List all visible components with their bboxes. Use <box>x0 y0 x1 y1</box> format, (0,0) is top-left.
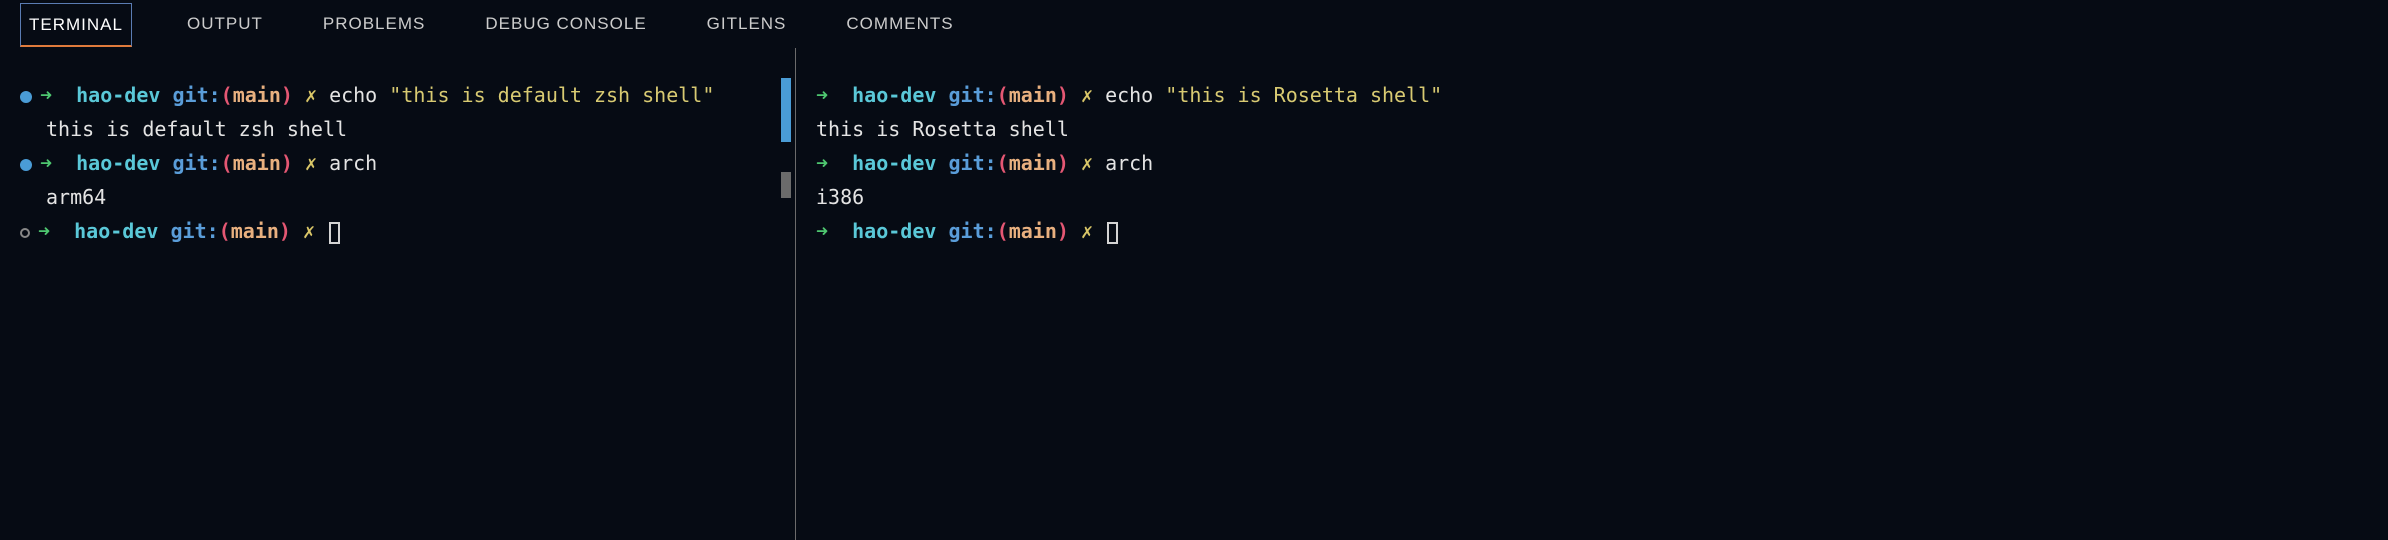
terminal-output: this is Rosetta shell <box>806 112 2378 146</box>
status-dot-hollow-icon <box>20 228 30 238</box>
prompt-git-label: git: <box>948 83 996 107</box>
prompt-dirty-icon: ✗ <box>305 83 317 107</box>
prompt-paren-close: ) <box>281 83 293 107</box>
prompt-git-label: git: <box>172 83 220 107</box>
prompt-paren-close: ) <box>1057 83 1069 107</box>
prompt-branch: main <box>233 151 281 175</box>
terminal-pane-left[interactable]: ➜ hao-dev git:(main) ✗ echo "this is def… <box>0 48 795 540</box>
prompt-branch: main <box>1009 151 1057 175</box>
tab-terminal[interactable]: TERMINAL <box>20 3 132 47</box>
status-dot-icon <box>20 91 32 103</box>
scrollbar-track[interactable] <box>781 172 791 198</box>
command-string: "this is default zsh shell" <box>389 83 714 107</box>
panel-tabs: TERMINAL OUTPUT PROBLEMS DEBUG CONSOLE G… <box>0 0 2388 48</box>
prompt-branch: main <box>233 83 281 107</box>
prompt-dirty-icon: ✗ <box>1081 151 1093 175</box>
prompt-arrow-icon: ➜ <box>38 219 50 243</box>
terminal-line: ➜ hao-dev git:(main) ✗ <box>806 214 2378 248</box>
prompt-git-label: git: <box>948 219 996 243</box>
prompt-arrow-icon: ➜ <box>816 151 828 175</box>
tab-problems[interactable]: PROBLEMS <box>318 1 430 47</box>
status-dot-icon <box>20 159 32 171</box>
prompt-paren-open: ( <box>221 83 233 107</box>
command-text: arch <box>1105 151 1153 175</box>
tab-debug-console[interactable]: DEBUG CONSOLE <box>480 1 651 47</box>
cursor-icon <box>329 222 340 244</box>
prompt-paren-open: ( <box>219 219 231 243</box>
tab-gitlens[interactable]: GITLENS <box>702 1 792 47</box>
terminal-line: ➜ hao-dev git:(main) ✗ <box>10 214 785 248</box>
prompt-dir: hao-dev <box>852 151 936 175</box>
terminal-pane-right[interactable]: ➜ hao-dev git:(main) ✗ echo "this is Ros… <box>796 48 2388 540</box>
prompt-paren-open: ( <box>997 83 1009 107</box>
prompt-paren-close: ) <box>1057 219 1069 243</box>
terminal-output: arm64 <box>10 180 785 214</box>
terminal-output: this is default zsh shell <box>10 112 785 146</box>
terminal-line: ➜ hao-dev git:(main) ✗ arch <box>806 146 2378 180</box>
prompt-dirty-icon: ✗ <box>303 219 315 243</box>
prompt-branch: main <box>231 219 279 243</box>
tab-output[interactable]: OUTPUT <box>182 1 268 47</box>
prompt-branch: main <box>1009 219 1057 243</box>
prompt-paren-close: ) <box>1057 151 1069 175</box>
prompt-paren-close: ) <box>279 219 291 243</box>
prompt-dir: hao-dev <box>852 83 936 107</box>
cursor-icon <box>1107 222 1118 244</box>
prompt-arrow-icon: ➜ <box>40 151 52 175</box>
command-text: arch <box>329 151 377 175</box>
tab-comments[interactable]: COMMENTS <box>841 1 958 47</box>
prompt-paren-open: ( <box>997 151 1009 175</box>
prompt-dir: hao-dev <box>76 151 160 175</box>
prompt-dir: hao-dev <box>852 219 936 243</box>
prompt-dir: hao-dev <box>76 83 160 107</box>
prompt-dir: hao-dev <box>74 219 158 243</box>
prompt-dirty-icon: ✗ <box>305 151 317 175</box>
command-text: echo <box>329 83 389 107</box>
prompt-branch: main <box>1009 83 1057 107</box>
terminal-line: ➜ hao-dev git:(main) ✗ echo "this is Ros… <box>806 78 2378 112</box>
prompt-arrow-icon: ➜ <box>816 83 828 107</box>
prompt-git-label: git: <box>170 219 218 243</box>
scrollbar-active[interactable] <box>781 78 791 142</box>
prompt-git-label: git: <box>172 151 220 175</box>
prompt-dirty-icon: ✗ <box>1081 83 1093 107</box>
prompt-git-label: git: <box>948 151 996 175</box>
prompt-arrow-icon: ➜ <box>816 219 828 243</box>
prompt-arrow-icon: ➜ <box>40 83 52 107</box>
command-string: "this is Rosetta shell" <box>1165 83 1442 107</box>
prompt-dirty-icon: ✗ <box>1081 219 1093 243</box>
terminal-output: i386 <box>806 180 2378 214</box>
command-text: echo <box>1105 83 1165 107</box>
terminal-container: ➜ hao-dev git:(main) ✗ echo "this is def… <box>0 48 2388 540</box>
prompt-paren-open: ( <box>997 219 1009 243</box>
prompt-paren-open: ( <box>221 151 233 175</box>
terminal-line: ➜ hao-dev git:(main) ✗ echo "this is def… <box>10 78 785 112</box>
prompt-paren-close: ) <box>281 151 293 175</box>
terminal-line: ➜ hao-dev git:(main) ✗ arch <box>10 146 785 180</box>
